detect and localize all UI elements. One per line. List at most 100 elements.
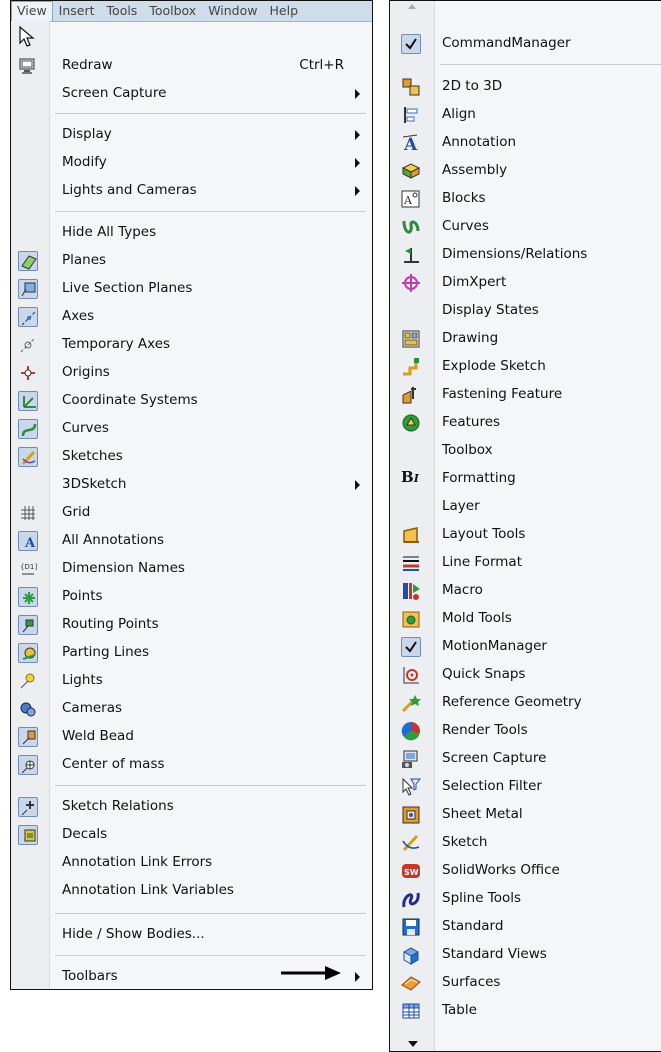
toolbar-item-render-tools[interactable]: Render Tools <box>390 717 661 745</box>
menu-item-dimension-names[interactable]: {D1} Dimension Names <box>11 555 372 583</box>
menu-item-annotation-link-variables[interactable]: Annotation Link Variables <box>11 877 372 905</box>
all-annotations-icon: A <box>18 531 38 551</box>
weld-bead-icon <box>18 727 38 747</box>
toolbar-item-sketch[interactable]: Sketch <box>390 829 661 857</box>
menu-item-hide-all-types[interactable]: Hide All Types <box>11 219 372 247</box>
routing-points-icon <box>18 615 38 635</box>
sketch-label: Sketch <box>442 834 488 850</box>
menu-item-redraw[interactable]: Redraw Ctrl+R <box>11 52 372 80</box>
toolbar-item-assembly[interactable]: Assembly <box>390 157 661 185</box>
menu-item-center-of-mass[interactable]: Center of mass <box>11 751 372 779</box>
toolbar-item-table[interactable]: Table <box>390 997 661 1025</box>
menu-item-3dsketch[interactable]: 3DSketch <box>11 471 372 499</box>
axes-icon <box>18 307 38 327</box>
scroll-up-icon[interactable] <box>408 4 416 9</box>
toolbar-item-2d-to-3d[interactable]: 2D to 3D <box>390 73 661 101</box>
toolbar-item-reference-geometry[interactable]: Reference Geometry <box>390 689 661 717</box>
toolbar-item-standard[interactable]: Standard <box>390 913 661 941</box>
toolbar-item-macro[interactable]: Macro <box>390 577 661 605</box>
dimension-names-label: Dimension Names <box>62 560 185 576</box>
toolbar-item-align[interactable]: Align <box>390 101 661 129</box>
toolbox-label: Toolbox <box>442 442 493 458</box>
toolbar-item-curves[interactable]: Curves <box>390 213 661 241</box>
toolbar-item-standard-views[interactable]: Standard Views <box>390 941 661 969</box>
toolbar-item-dimxpert[interactable]: DimXpert <box>390 269 661 297</box>
toolbar-item-features[interactable]: Features <box>390 409 661 437</box>
menu-item-temporary-axes[interactable]: Temporary Axes <box>11 331 372 359</box>
toolbar-item-spline-tools[interactable]: Spline Tools <box>390 885 661 913</box>
toolbar-item-display-states[interactable]: Display States <box>390 297 661 325</box>
toolbar-item-fastening-feature[interactable]: Fastening Feature <box>390 381 661 409</box>
menubar-tools[interactable]: Tools <box>101 1 144 21</box>
points-icon <box>18 587 38 607</box>
live-section-planes-icon <box>18 279 38 299</box>
center-of-mass-label: Center of mass <box>62 756 165 772</box>
menu-item-curves[interactable]: Curves <box>11 415 372 443</box>
menu-item-lights[interactable]: Lights <box>11 667 372 695</box>
redraw-icon <box>18 56 38 76</box>
submenu-arrow-icon <box>355 186 360 196</box>
assembly-icon <box>401 161 421 181</box>
toolbar-item-drawing[interactable]: Drawing <box>390 325 661 353</box>
toolbar-item-solidworks-office[interactable]: SW SolidWorks Office <box>390 857 661 885</box>
menubar-toolbox[interactable]: Toolbox <box>143 1 202 21</box>
toolbar-item-selection-filter[interactable]: Selection Filter <box>390 773 661 801</box>
toolbar-item-surfaces[interactable]: Surfaces <box>390 969 661 997</box>
menu-item-origins[interactable]: Origins <box>11 359 372 387</box>
menu-item-live-section-planes[interactable]: Live Section Planes <box>11 275 372 303</box>
table-icon <box>401 1001 421 1021</box>
toolbar-item-screen-capture[interactable]: Screen Capture <box>390 745 661 773</box>
toolbar-item-toolbox[interactable]: Toolbox <box>390 437 661 465</box>
menubar-window[interactable]: Window <box>202 1 263 21</box>
toolbar-item-quick-snaps[interactable]: Quick Snaps <box>390 661 661 689</box>
toolbar-item-line-format[interactable]: Line Format <box>390 549 661 577</box>
menu-item-coordinate-systems[interactable]: Coordinate Systems <box>11 387 372 415</box>
drawing-icon <box>401 329 421 349</box>
menu-item-modify[interactable]: Modify <box>11 149 372 177</box>
submenu-arrow-icon <box>355 972 360 982</box>
menu-item-screen-capture[interactable]: Screen Capture <box>11 80 372 108</box>
sketch-icon <box>401 833 421 853</box>
toolbar-item-commandmanager[interactable]: CommandManager <box>390 30 661 58</box>
menu-item-routing-points[interactable]: Routing Points <box>11 611 372 639</box>
quick-snaps-icon <box>401 665 421 685</box>
menu-item-all-annotations[interactable]: A All Annotations <box>11 527 372 555</box>
menu-item-weld-bead[interactable]: Weld Bead <box>11 723 372 751</box>
toolbar-item-annotation[interactable]: A Annotation <box>390 129 661 157</box>
menubar-view[interactable]: View <box>11 1 53 21</box>
menu-item-sketches[interactable]: Sketches <box>11 443 372 471</box>
annotation-label: Annotation <box>442 134 517 150</box>
menu-item-cameras[interactable]: Cameras <box>11 695 372 723</box>
weld-bead-label: Weld Bead <box>62 728 134 744</box>
toolbar-item-layout-tools[interactable]: Layout Tools <box>390 521 661 549</box>
menu-item-axes[interactable]: Axes <box>11 303 372 331</box>
svg-text:A: A <box>24 536 36 551</box>
toolbar-item-mold-tools[interactable]: Mold Tools <box>390 605 661 633</box>
redraw-label: Redraw <box>62 57 113 73</box>
axes-label: Axes <box>62 308 95 324</box>
toolbar-item-dimensions-relations[interactable]: Dimensions/Relations <box>390 241 661 269</box>
align-icon <box>401 105 421 125</box>
menu-item-lights-and-cameras[interactable]: Lights and Cameras <box>11 177 372 205</box>
menu-item-points[interactable]: Points <box>11 583 372 611</box>
toolbar-item-blocks[interactable]: A Blocks <box>390 185 661 213</box>
2d-to-3d-icon <box>401 77 421 97</box>
routing-points-label: Routing Points <box>62 616 159 632</box>
toolbar-item-formatting[interactable]: BI Formatting <box>390 465 661 493</box>
toolbar-item-sheet-metal[interactable]: Sheet Metal <box>390 801 661 829</box>
menu-item-parting-lines[interactable]: Parting Lines <box>11 639 372 667</box>
toolbar-item-layer[interactable]: Layer <box>390 493 661 521</box>
menu-item-display[interactable]: Display <box>11 121 372 149</box>
menubar-insert[interactable]: Insert <box>53 1 101 21</box>
curves-label: Curves <box>62 420 109 436</box>
menubar-help[interactable]: Help <box>264 1 305 21</box>
menu-item-decals[interactable]: Decals <box>11 821 372 849</box>
toolbar-item-motionmanager[interactable]: MotionManager <box>390 633 661 661</box>
menu-item-annotation-link-errors[interactable]: Annotation Link Errors <box>11 849 372 877</box>
menu-item-hide-show-bodies[interactable]: Hide / Show Bodies... <box>11 921 372 949</box>
menu-item-grid[interactable]: Grid <box>11 499 372 527</box>
menu-item-sketch-relations[interactable]: Sketch Relations <box>11 793 372 821</box>
scroll-down-icon[interactable] <box>408 1041 418 1047</box>
toolbar-item-explode-sketch[interactable]: Explode Sketch <box>390 353 661 381</box>
menu-item-planes[interactable]: Planes <box>11 247 372 275</box>
